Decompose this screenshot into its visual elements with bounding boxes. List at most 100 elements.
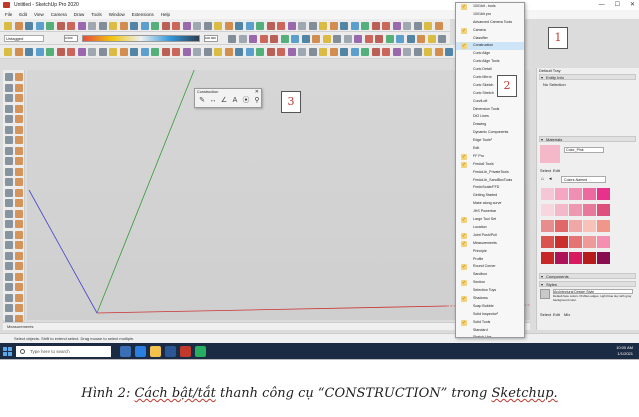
tool-icon[interactable] <box>5 115 13 123</box>
toolbar-tool-icon[interactable] <box>4 21 12 30</box>
components-header[interactable]: Components <box>539 273 636 279</box>
home-icon[interactable]: ⌂ <box>541 177 544 182</box>
toolbar-tool-icon[interactable] <box>151 21 159 30</box>
axes-icon[interactable]: ⦿ <box>242 97 250 105</box>
material-collection-select[interactable]: Colors-Named <box>561 176 606 183</box>
toolbar-tool-icon[interactable] <box>312 34 320 43</box>
toolbar-tool-icon[interactable] <box>193 21 201 30</box>
toolbar-tool-icon[interactable] <box>280 34 289 43</box>
tool-icon[interactable] <box>15 220 23 228</box>
toolbar-menu-item[interactable]: Curic Detail <box>456 66 524 74</box>
toolbar-tool-icon[interactable] <box>417 34 425 43</box>
scale-min-field[interactable]: 0.000 <box>64 35 78 42</box>
toolbar-menu-item[interactable]: Curic Align Tools <box>456 58 524 66</box>
tool-icon[interactable] <box>5 146 13 155</box>
toolbar-tool-icon[interactable] <box>256 21 264 30</box>
toolbar-tool-icon[interactable] <box>161 21 170 30</box>
tool-icon[interactable] <box>15 251 23 260</box>
windows-start-icon[interactable] <box>3 347 12 356</box>
menu-window[interactable]: Window <box>109 10 125 19</box>
toolbar-tool-icon[interactable] <box>298 47 306 56</box>
tool-icon[interactable] <box>15 167 23 176</box>
back-arrow-icon[interactable]: ◂ <box>549 177 552 182</box>
material-swatch[interactable] <box>555 204 568 216</box>
material-swatch[interactable] <box>597 188 610 200</box>
tool-icon[interactable] <box>5 293 13 302</box>
menu-draw[interactable]: Draw <box>74 10 85 19</box>
tool-icon[interactable] <box>5 304 13 312</box>
toolbar-menu-item[interactable]: JHS Powerbar <box>456 208 524 216</box>
tool-icon[interactable] <box>15 262 23 270</box>
toolbar-tool-icon[interactable] <box>364 34 373 43</box>
material-swatch[interactable] <box>583 204 596 216</box>
toolbar-tool-icon[interactable] <box>287 21 296 30</box>
toolbar-tool-icon[interactable] <box>25 47 33 56</box>
toolbar-tool-icon[interactable] <box>413 47 422 56</box>
toolbar-menu-item[interactable]: Classifier <box>456 35 524 43</box>
toolbar-tool-icon[interactable] <box>4 47 12 56</box>
scale-max-field[interactable]: 100.000 <box>204 35 218 42</box>
toolbar-tool-icon[interactable] <box>266 21 275 30</box>
toolbar-tool-icon[interactable] <box>172 21 180 30</box>
toolbar-tool-icon[interactable] <box>172 47 180 56</box>
toolbar-tool-icon[interactable] <box>329 21 338 30</box>
menu-tools[interactable]: Tools <box>91 10 102 19</box>
tool-icon[interactable] <box>15 157 23 165</box>
tool-icon[interactable] <box>15 293 23 302</box>
toolbar-menu-item[interactable]: CurviLoft <box>456 98 524 106</box>
toolbar-menu-item[interactable]: Profile <box>456 256 524 264</box>
tool-icon[interactable] <box>5 230 13 239</box>
tool-icon[interactable] <box>15 136 23 144</box>
tool-icon[interactable] <box>15 83 23 92</box>
toolbar-tool-icon[interactable] <box>371 47 380 56</box>
tool-icon[interactable] <box>5 251 13 260</box>
file-explorer-icon[interactable] <box>150 346 161 357</box>
toolbar-tool-icon[interactable] <box>214 21 222 30</box>
toolbar-tool-icon[interactable] <box>98 21 107 30</box>
material-swatch[interactable] <box>569 204 582 216</box>
menu-view[interactable]: View <box>34 10 44 19</box>
tape-measure-icon[interactable]: ✎ <box>198 97 206 105</box>
tool-icon[interactable] <box>15 272 23 281</box>
taskbar-search-input[interactable]: Type here to search <box>16 346 111 357</box>
toolbar-tool-icon[interactable] <box>424 21 432 30</box>
toolbar-tool-icon[interactable] <box>235 21 243 30</box>
toolbar-tool-icon[interactable] <box>14 47 23 56</box>
material-swatch[interactable] <box>597 220 610 232</box>
toolbar-tool-icon[interactable] <box>182 21 191 30</box>
material-swatch[interactable] <box>541 236 554 248</box>
toolbar-tool-icon[interactable] <box>434 21 443 30</box>
toolbar-tool-icon[interactable] <box>350 47 359 56</box>
tool-icon[interactable] <box>15 178 23 186</box>
toolbar-tool-icon[interactable] <box>434 47 443 56</box>
construction-toolbar[interactable]: Construction ✕ ✎ ↔ ∠ A ⦿ ⚲ <box>194 88 262 108</box>
toolbar-tool-icon[interactable] <box>161 47 170 56</box>
tool-icon[interactable] <box>5 262 13 270</box>
toolbar-tool-icon[interactable] <box>266 47 275 56</box>
construction-toolbar-close-icon[interactable]: ✕ <box>255 89 259 95</box>
toolbar-tool-icon[interactable] <box>403 21 411 30</box>
toolbar-menu-item[interactable]: DiO Lines <box>456 113 524 121</box>
material-swatch[interactable] <box>569 236 582 248</box>
material-name-field[interactable]: Color_Pink <box>564 147 604 153</box>
toolbar-tool-icon[interactable] <box>214 47 222 56</box>
entity-info-header[interactable]: Entity Info <box>539 74 636 80</box>
toolbar-tool-icon[interactable] <box>403 47 411 56</box>
toolbar-tool-icon[interactable] <box>308 21 317 30</box>
tool-icon[interactable] <box>15 73 23 81</box>
close-button[interactable]: ✕ <box>630 0 635 10</box>
material-swatch[interactable] <box>541 188 554 200</box>
toolbar-tool-icon[interactable] <box>287 47 296 56</box>
styles-header[interactable]: Styles <box>539 281 636 287</box>
toolbar-tool-icon[interactable] <box>140 21 149 30</box>
toolbar-tool-icon[interactable] <box>445 47 453 56</box>
minimize-button[interactable]: — <box>599 0 605 10</box>
tool-icon[interactable] <box>5 241 13 249</box>
tool-icon[interactable] <box>15 283 23 291</box>
toolbar-tool-icon[interactable] <box>382 21 390 30</box>
toolbar-tool-icon[interactable] <box>35 21 44 30</box>
protractor-icon[interactable]: ∠ <box>220 97 228 105</box>
tool-icon[interactable] <box>15 230 23 239</box>
toolbar-tool-icon[interactable] <box>119 21 128 30</box>
menu-file[interactable]: File <box>5 10 12 19</box>
